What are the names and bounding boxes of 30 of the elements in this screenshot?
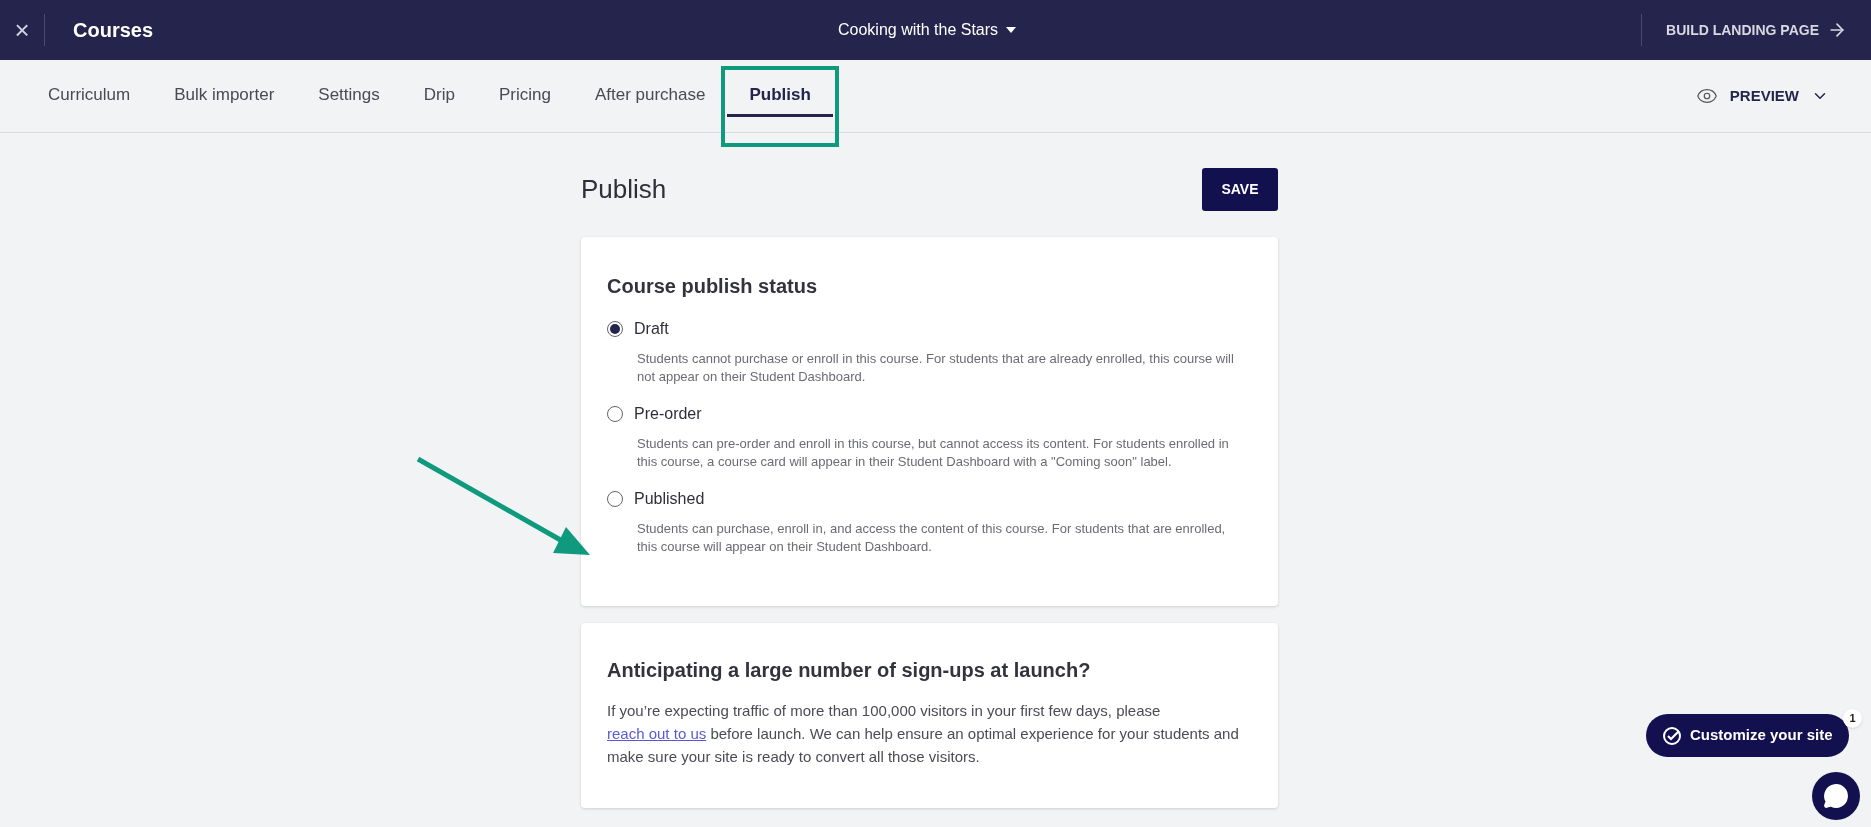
chat-button[interactable]	[1812, 772, 1860, 820]
page-title: Publish	[581, 173, 667, 206]
option-description: Students cannot purchase or enroll in this course. For students that are already enrolled, this course will not appear on their Student Dashboard.	[637, 350, 1235, 386]
save-button[interactable]: SAVE	[1202, 168, 1278, 211]
option-label: Published	[634, 489, 705, 509]
customize-site-button[interactable]: Customize your site	[1646, 714, 1849, 757]
caret-icon	[1006, 27, 1017, 33]
chat-bubble-icon	[1823, 783, 1849, 809]
tab[interactable]: Settings	[296, 75, 402, 117]
course-selector[interactable]: Cooking with the Stars	[838, 18, 1017, 42]
tab[interactable]: Pricing	[476, 75, 573, 117]
tab[interactable]: Drip	[401, 75, 477, 117]
card-text: If you’re expecting traffic of more than 100,000 visitors in your first few days, please reach out to us before launch. We can help ensure an optimal experience for your students and make sure your site is ready to convert all those visitors.	[607, 701, 1240, 767]
check-badge-icon	[1662, 725, 1682, 746]
card-title: Course publish status	[607, 274, 819, 299]
tab[interactable]: Publish	[727, 75, 833, 117]
tab[interactable]: After purchase	[572, 75, 728, 117]
card-title: Anticipating a large number of sign-ups at launch?	[607, 658, 1092, 683]
notification-badge: 1	[1843, 709, 1862, 728]
close-button[interactable]: ×	[0, 0, 44, 60]
option-label: Draft	[634, 319, 669, 339]
build-landing-page-button[interactable]: BUILD LANDING PAGE	[1642, 0, 1871, 60]
preview-button[interactable]: PREVIEW	[1695, 84, 1829, 108]
option-label: Pre-order	[634, 404, 702, 424]
contact-link[interactable]: reach out to us	[607, 725, 707, 742]
tab[interactable]: Curriculum	[26, 75, 153, 117]
app-title: Courses	[73, 18, 154, 43]
option-description: Students can pre-order and enroll in this course, but cannot access its content. For students enrolled in this course, a course card will appear in their Student Dashboard with a "Coming soon" label.	[637, 435, 1230, 471]
option-description: Students can purchase, enroll in, and access the content of this course. For students that are enrolled, this course will appear on their Student Dashboard.	[637, 520, 1227, 556]
tab[interactable]: Bulk importer	[152, 75, 297, 117]
